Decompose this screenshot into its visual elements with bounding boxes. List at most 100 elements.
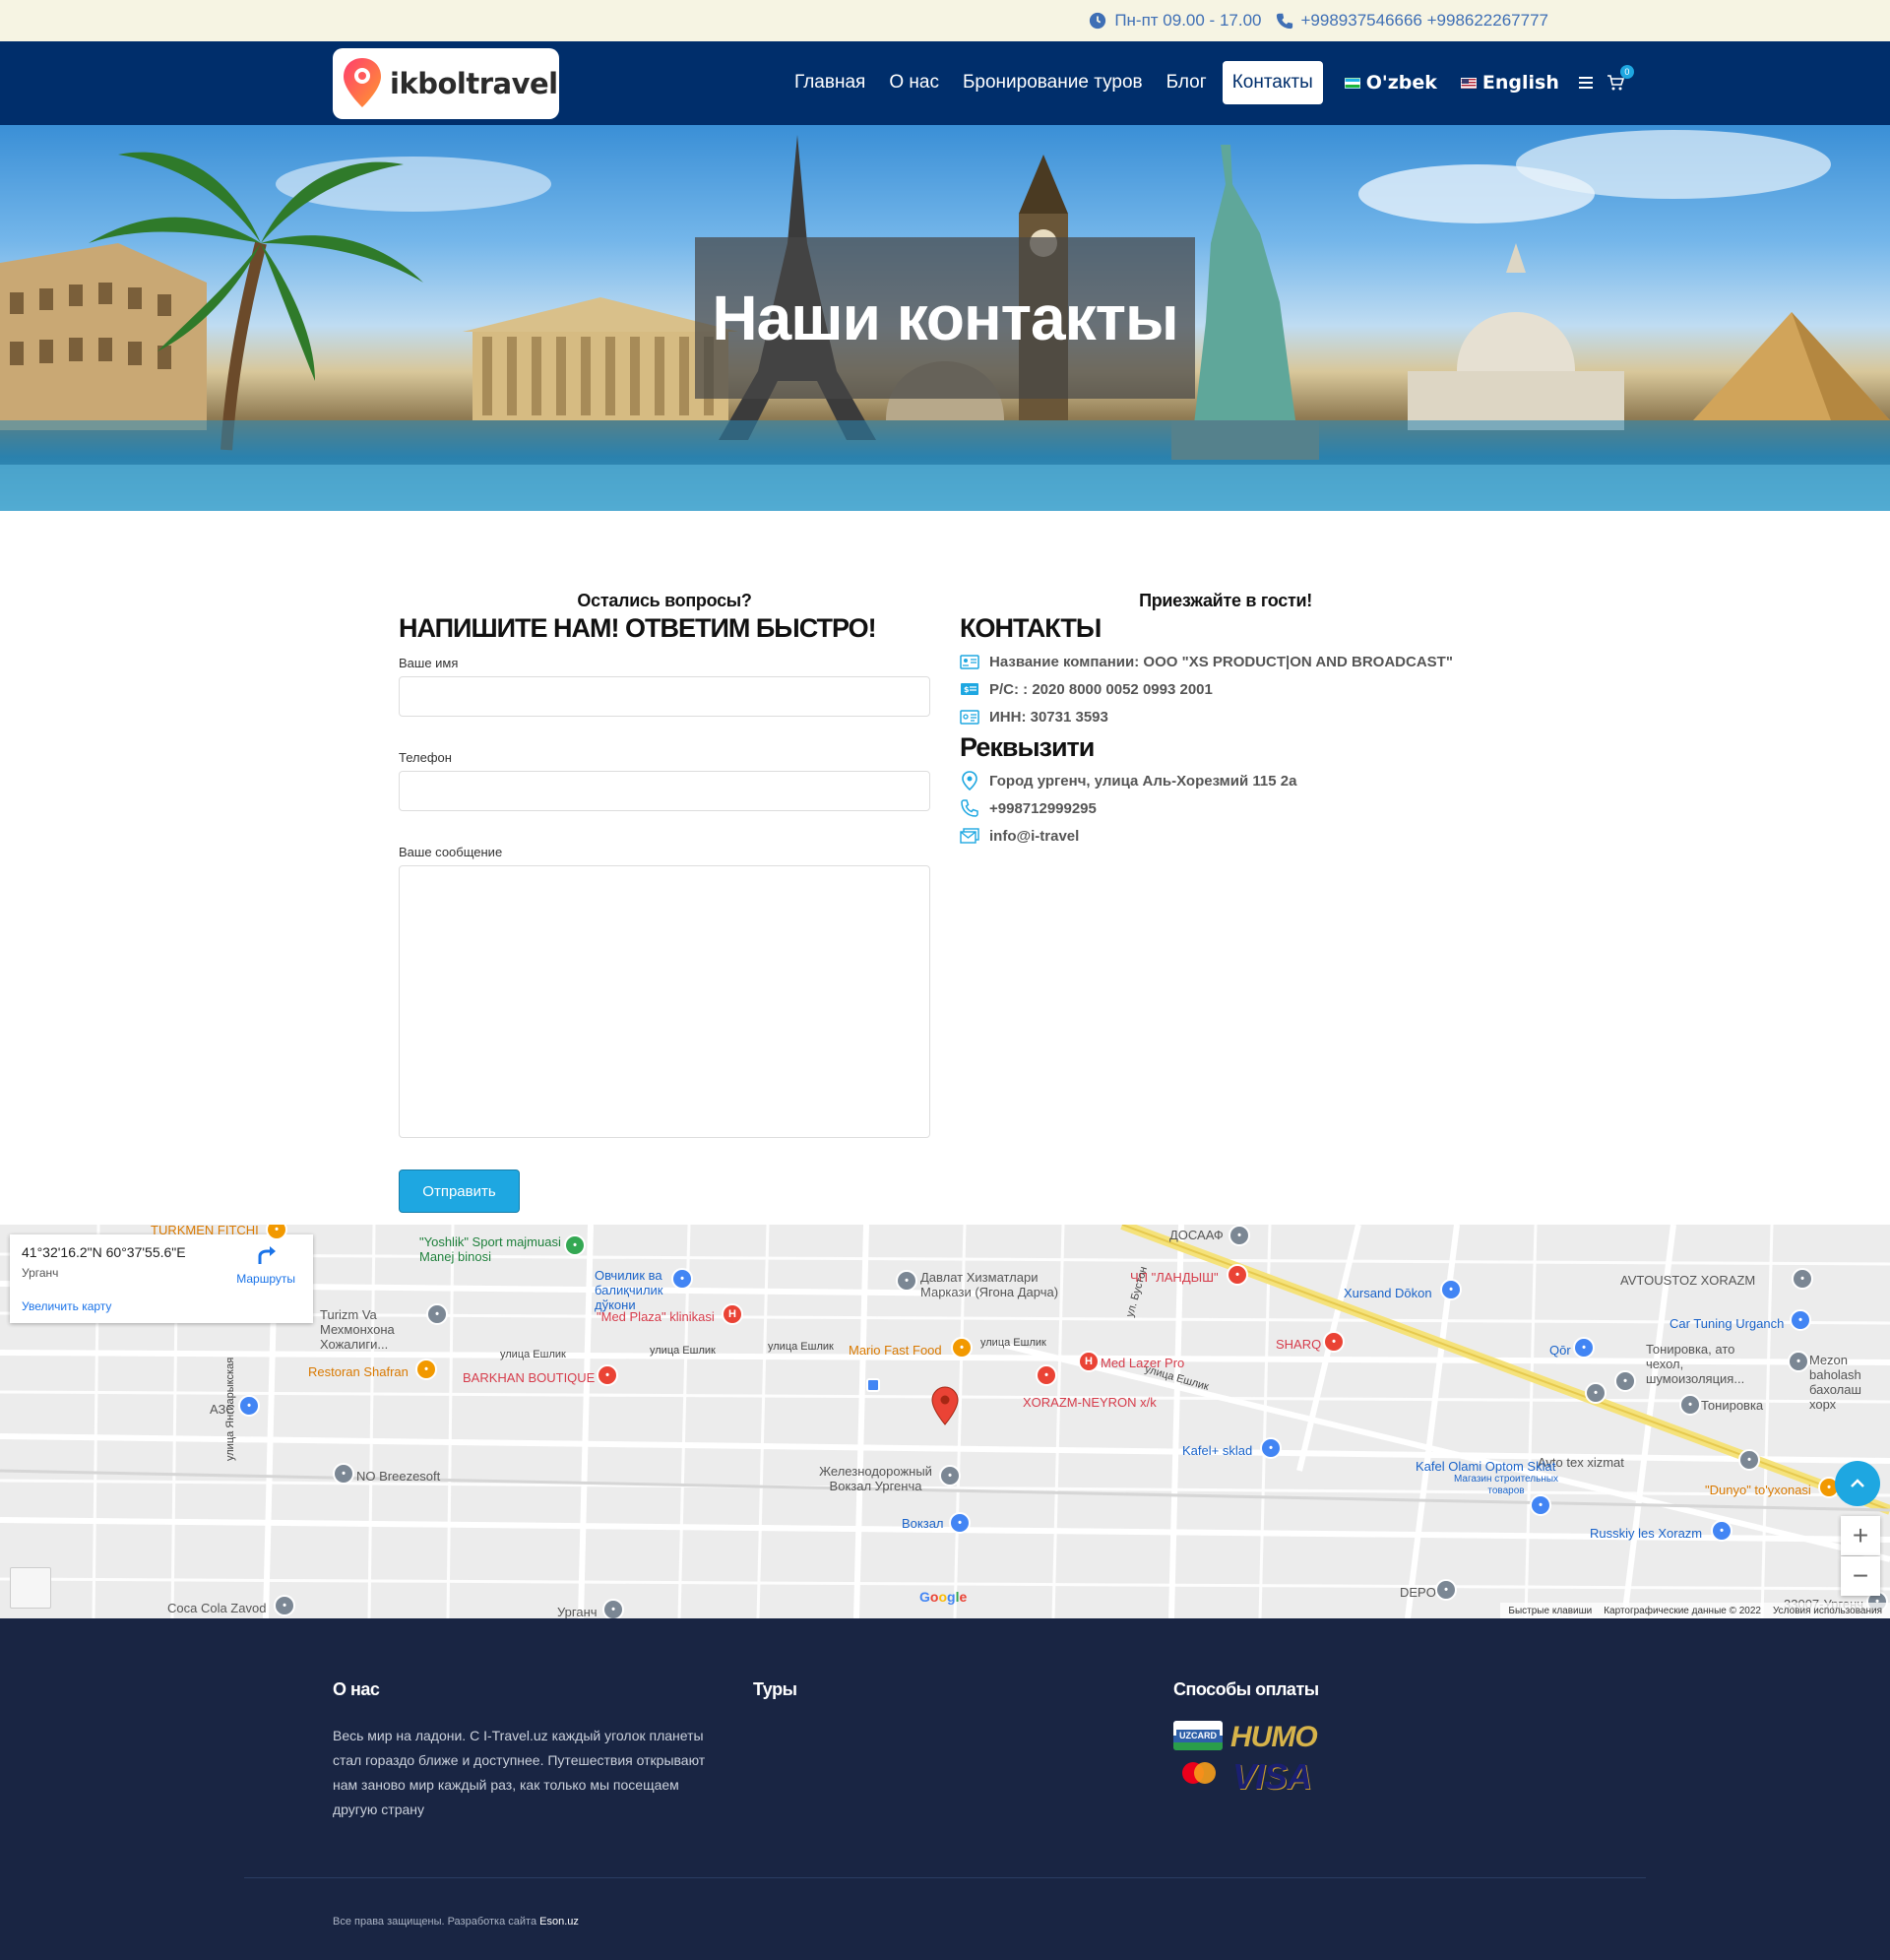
poi-russkiy-les[interactable]: Russkiy les Xorazm — [1590, 1526, 1702, 1541]
name-input[interactable] — [399, 676, 930, 717]
sport-pin-icon[interactable]: • — [564, 1234, 586, 1256]
gas-station-pin-icon[interactable]: • — [238, 1395, 260, 1417]
phone-row[interactable]: +998712999295 — [960, 798, 1491, 818]
phones[interactable]: +998937546666 +998622267777 — [1276, 11, 1549, 31]
poi-vokzal[interactable]: Вокзал — [902, 1516, 944, 1531]
poi-car-tuning[interactable]: Car Tuning Urganch — [1670, 1316, 1784, 1331]
hospital-pin-icon[interactable]: H — [1078, 1351, 1100, 1372]
phone-input[interactable] — [399, 771, 930, 811]
place-pin-icon[interactable]: • — [1435, 1579, 1457, 1601]
hospital-pin-icon[interactable]: H — [722, 1303, 743, 1325]
poi-urganch[interactable]: Урганч — [557, 1605, 598, 1618]
lang-uzbek[interactable]: O'zbek — [1333, 61, 1449, 104]
poi-xursand[interactable]: Xursand Dōkon — [1344, 1286, 1432, 1300]
hamburger-menu-button[interactable] — [1571, 61, 1601, 104]
email-row[interactable]: info@i-travel — [960, 826, 1491, 846]
place-pin-icon[interactable]: • — [1614, 1370, 1636, 1392]
poi-xorazm-neyron[interactable]: XORAZM-NEYRON x/k — [1023, 1395, 1157, 1410]
poi-turkmen-fitchi[interactable]: TURKMEN FITCHI — [151, 1225, 259, 1237]
poi-barkhan[interactable]: BARKHAN BOUTIQUE — [463, 1370, 595, 1385]
enlarge-map-link[interactable]: Увеличить карту — [22, 1299, 111, 1313]
message-textarea[interactable] — [399, 865, 930, 1138]
poi-med-lazer[interactable]: Med Lazer Pro — [1101, 1356, 1184, 1370]
place-pin-icon[interactable]: • — [602, 1599, 624, 1618]
restaurant-pin-icon[interactable]: • — [415, 1359, 437, 1380]
form-title: НАПИШИТЕ НАМ! ОТВЕТИМ БЫСТРО! — [399, 613, 877, 643]
place-pin-icon[interactable]: • — [333, 1463, 354, 1485]
location-marker-icon[interactable] — [931, 1386, 959, 1425]
poi-dunyo[interactable]: "Dunyo" to'yxonasi — [1705, 1483, 1811, 1497]
terms-link[interactable]: Условия использования — [1773, 1606, 1882, 1616]
visa-logo: VISA — [1232, 1756, 1312, 1797]
shop-pin-icon[interactable]: • — [1440, 1279, 1462, 1300]
map-type-toggle[interactable] — [10, 1567, 51, 1609]
education-pin-icon[interactable]: • — [426, 1303, 448, 1325]
poi-coca-cola[interactable]: Coca Cola Zavod — [167, 1601, 266, 1615]
developer-link[interactable]: Eson.uz — [539, 1916, 579, 1928]
nav-about[interactable]: О нас — [877, 61, 951, 104]
poi-building-store[interactable]: Магазин строительных товаров — [1447, 1474, 1565, 1497]
shop-pin-icon[interactable]: • — [1790, 1309, 1811, 1331]
poi-mario-fast-food[interactable]: Mario Fast Food — [849, 1343, 942, 1358]
hotel-pin-icon[interactable]: • — [597, 1364, 618, 1386]
phone-icon — [961, 799, 978, 817]
poi-tonirovka[interactable]: Тонировка — [1701, 1398, 1763, 1413]
email-text[interactable]: info@i-travel — [989, 828, 1079, 845]
bus-stop-icon[interactable] — [866, 1378, 880, 1392]
poi-mezon[interactable]: Mezon baholash бахолаш хорх — [1809, 1353, 1890, 1412]
place-pin-icon[interactable]: • — [1228, 1225, 1250, 1246]
shop-pin-icon[interactable]: • — [1323, 1331, 1345, 1353]
phones-text[interactable]: +998937546666 +998622267777 — [1301, 11, 1549, 31]
shop-pin-icon[interactable]: • — [671, 1268, 693, 1290]
train-station-pin-icon[interactable]: • — [949, 1512, 971, 1534]
nav-home[interactable]: Главная — [783, 61, 877, 104]
lang-english[interactable]: English — [1449, 61, 1571, 104]
poi-restoran-shafran[interactable]: Restoran Shafran — [308, 1364, 409, 1379]
restaurant-pin-icon[interactable]: • — [951, 1337, 973, 1359]
scroll-to-top-button[interactable] — [1835, 1461, 1880, 1506]
google-map[interactable]: 41°32'16.2"N 60°37'55.6"E Урганч Увеличи… — [0, 1225, 1890, 1618]
nav-tour-booking[interactable]: Бронирование туров — [951, 61, 1155, 104]
form-subtitle: Остались вопросы? — [577, 591, 752, 610]
place-pin-icon[interactable]: • — [274, 1595, 295, 1616]
poi-med-plaza[interactable]: "Med Plaza" klinikasi — [597, 1309, 715, 1324]
poi-tonirovka-chehol[interactable]: Тонировка, ато чехол, шумоизоляция... — [1646, 1342, 1769, 1386]
submit-button[interactable]: Отправить — [399, 1170, 520, 1213]
place-pin-icon[interactable]: • — [1788, 1351, 1809, 1372]
nav-blog[interactable]: Блог — [1155, 61, 1219, 104]
poi-avtoustoz[interactable]: AVTOUSTOZ XORAZM — [1620, 1273, 1755, 1288]
us-flag-icon — [1460, 77, 1477, 89]
directions-icon[interactable] — [256, 1244, 278, 1266]
site-logo[interactable]: ikboltravel — [333, 48, 559, 119]
place-pin-icon[interactable]: • — [1738, 1449, 1760, 1471]
place-pin-icon[interactable]: • — [1679, 1394, 1701, 1416]
poi-dosaaf[interactable]: ДОСААФ — [1169, 1228, 1224, 1242]
place-pin-icon[interactable]: • — [939, 1465, 961, 1486]
zoom-in-button[interactable]: + — [1841, 1516, 1880, 1555]
shop-pin-icon[interactable]: • — [1573, 1337, 1595, 1359]
cart-button[interactable]: 0 — [1601, 61, 1634, 104]
shop-pin-icon[interactable]: • — [1530, 1494, 1551, 1516]
zoom-out-button[interactable]: − — [1841, 1556, 1880, 1596]
poi-kafel-olami[interactable]: Kafel Olami Optom Sklat — [1416, 1459, 1555, 1474]
directions-link[interactable]: Маршруты — [236, 1272, 295, 1286]
poi-qor[interactable]: Qōr — [1549, 1343, 1571, 1358]
place-pin-icon[interactable]: • — [896, 1270, 917, 1292]
poi-sharq[interactable]: SHARQ — [1276, 1337, 1321, 1352]
keyboard-shortcuts-link[interactable]: Быстрые клавиши — [1508, 1606, 1592, 1616]
phone-text[interactable]: +998712999295 — [989, 800, 1097, 817]
hospital-pin-icon[interactable]: • — [1036, 1364, 1057, 1386]
poi-depo[interactable]: DEPO — [1400, 1585, 1436, 1600]
shop-pin-icon[interactable]: • — [1260, 1437, 1282, 1459]
place-pin-icon[interactable]: • — [1792, 1268, 1813, 1290]
poi-davlat-xizmatlari[interactable]: Давлат Хизматлари Маркази (Ягона Дарча) — [920, 1270, 1063, 1299]
nav-contacts[interactable]: Контакты — [1222, 61, 1323, 104]
poi-turizm[interactable]: Turizm Va Мехмонхона Хожалиги... — [320, 1307, 430, 1352]
poi-no-breezesoft[interactable]: NO Breezesoft — [356, 1469, 440, 1484]
place-pin-icon[interactable]: • — [1585, 1382, 1606, 1404]
shop-pin-icon[interactable]: • — [1227, 1264, 1248, 1286]
poi-railway-station[interactable]: Железнодорожный Вокзал Ургенча — [809, 1464, 942, 1493]
poi-yoshlik-sport[interactable]: "Yoshlik" Sport majmuasi Manej binosi — [419, 1234, 577, 1264]
poi-kafel-sklad[interactable]: Kafel+ sklad — [1182, 1443, 1252, 1458]
shop-pin-icon[interactable]: • — [1711, 1520, 1732, 1542]
